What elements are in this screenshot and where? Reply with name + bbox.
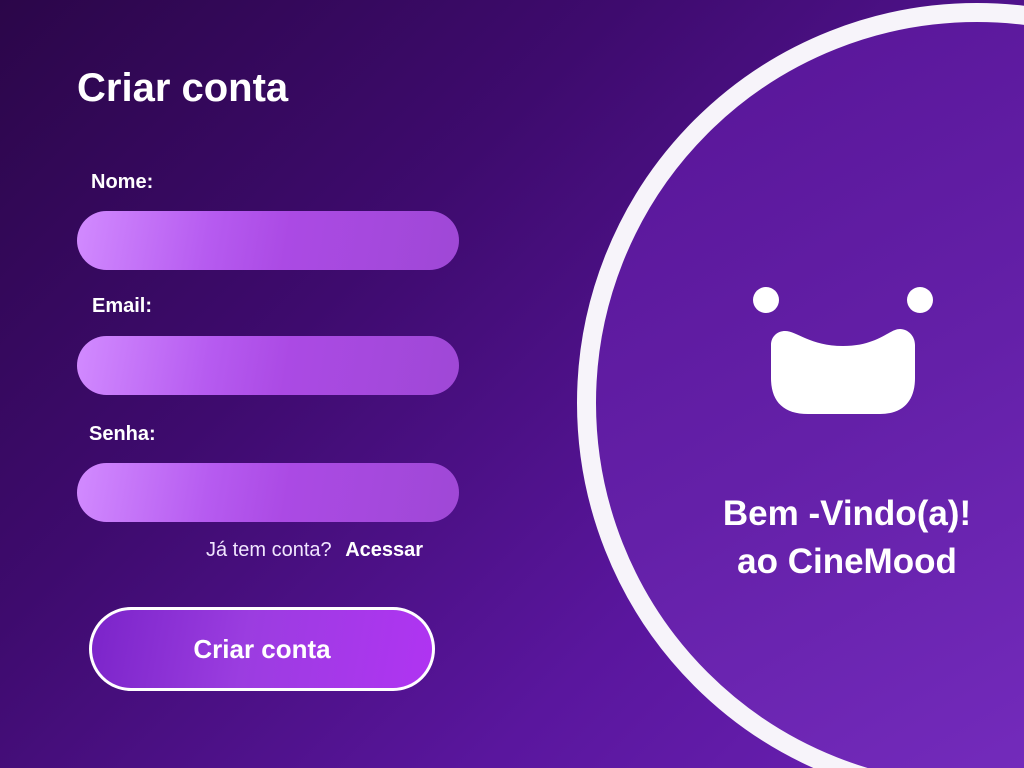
welcome-line-1: Bem -Vindo(a)! xyxy=(722,494,972,533)
welcome-message: Bem -Vindo(a)! ao CineMood xyxy=(697,490,997,586)
welcome-line-2: ao CineMood xyxy=(737,542,957,581)
smiley-logo-icon xyxy=(753,287,933,414)
login-hint: Já tem conta? Acessar xyxy=(206,537,423,563)
name-label: Nome: xyxy=(91,171,154,193)
password-label: Senha: xyxy=(89,423,156,445)
page-title: Criar conta xyxy=(77,66,289,110)
email-label: Email: xyxy=(92,295,153,317)
create-account-button[interactable]: Criar conta xyxy=(89,607,435,691)
name-input[interactable] xyxy=(77,211,459,270)
login-link[interactable]: Acessar xyxy=(345,539,423,561)
signup-screen: Criar conta Nome: Email: Senha: Já tem c… xyxy=(0,0,1024,768)
login-prompt-text: Já tem conta? xyxy=(206,539,332,561)
password-input[interactable] xyxy=(77,463,459,522)
email-input[interactable] xyxy=(77,336,459,395)
